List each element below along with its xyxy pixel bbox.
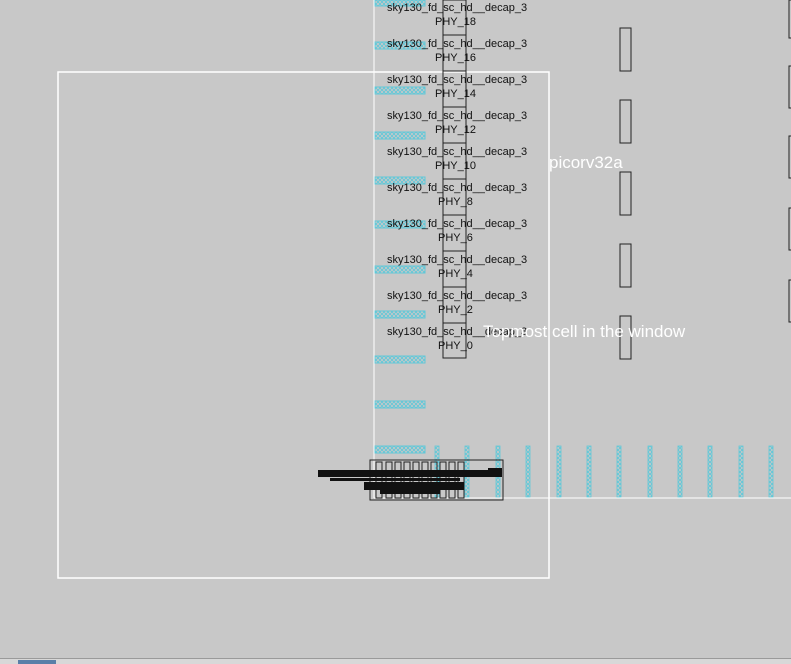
cell-title-label: picorv32a xyxy=(549,153,623,172)
decap-instance-name: PHY_4 xyxy=(438,268,473,280)
tap-cell xyxy=(556,445,562,498)
decap-instance-name: PHY_16 xyxy=(435,52,476,64)
scrollbar-thumb[interactable] xyxy=(18,660,56,664)
tap-cell xyxy=(647,445,653,498)
decap-instance-name: PHY_8 xyxy=(438,196,473,208)
decap-instance-name: PHY_12 xyxy=(435,124,476,136)
decap-cell-name: sky130_fd_sc_hd__decap_3 xyxy=(387,182,528,194)
decap-cell-name: sky130_fd_sc_hd__decap_3 xyxy=(387,146,528,158)
tap-cell xyxy=(707,445,713,498)
decap-instance-name: PHY_2 xyxy=(438,304,473,316)
decap-cell-name: sky130_fd_sc_hd__decap_3 xyxy=(387,254,528,266)
decap-instance-name: PHY_10 xyxy=(435,160,476,172)
decap-instance-name: PHY_0 xyxy=(438,340,473,352)
dense-cell-cluster xyxy=(318,459,504,501)
tap-cell xyxy=(768,445,774,498)
horizontal-scrollbar[interactable] xyxy=(0,658,791,664)
tap-cell xyxy=(525,445,531,498)
decap-cell-name: sky130_fd_sc_hd__decap_3 xyxy=(387,218,528,230)
layout-canvas[interactable]: sky130_fd_sc_hd__decap_3 PHY_18 sky130_fd_… xyxy=(0,0,791,663)
decap-cell-name: sky130_fd_sc_hd__decap_3 xyxy=(387,290,528,302)
decap-cell-name: sky130_fd_sc_hd__decap_3 xyxy=(387,2,528,14)
right-cell-column xyxy=(619,27,632,360)
decap-instance-name: PHY_6 xyxy=(438,232,473,244)
decap-instance-name: PHY_18 xyxy=(435,16,476,28)
decap-cell-name: sky130_fd_sc_hd__decap_3 xyxy=(387,110,528,122)
tap-cell xyxy=(677,445,683,498)
tap-cell xyxy=(616,445,622,498)
tap-cell xyxy=(586,445,592,498)
tap-cell xyxy=(738,445,744,498)
decap-cell-name: sky130_fd_sc_hd__decap_3 xyxy=(387,38,528,50)
decap-instance-name: PHY_14 xyxy=(435,88,476,100)
decap-cell-name: sky130_fd_sc_hd__decap_3 xyxy=(387,74,528,86)
topmost-cell-callout: Topmost cell in the window xyxy=(483,322,686,341)
